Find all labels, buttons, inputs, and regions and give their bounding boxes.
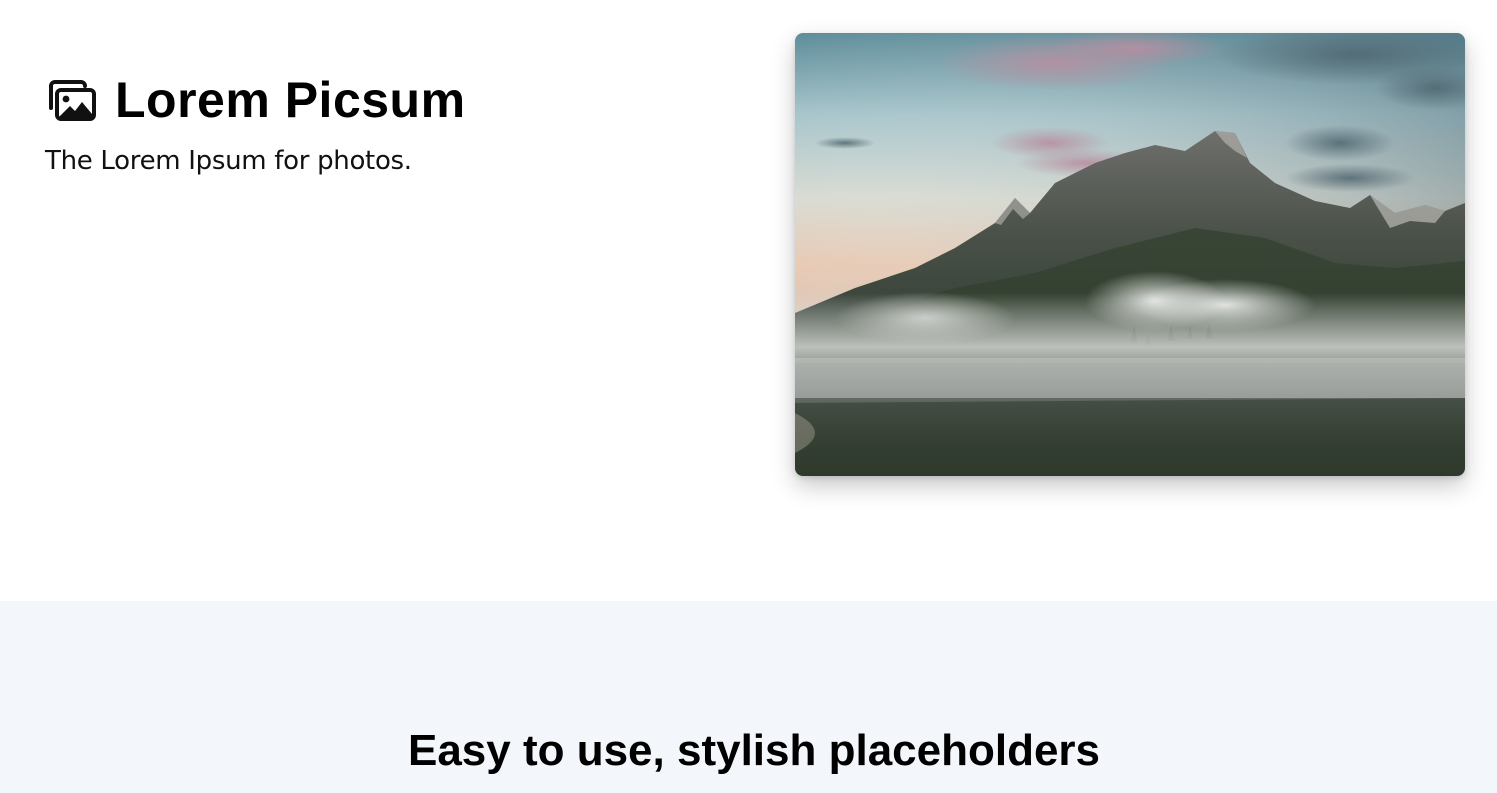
brand: Lorem Picsum [45,74,466,126]
page: Lorem Picsum The Lorem Ipsum for photos. [0,0,1497,793]
features-heading: Easy to use, stylish placeholders [407,726,1101,775]
images-icon [45,78,97,122]
features-section: Easy to use, stylish placeholders [0,601,1497,793]
hero-photo [795,33,1465,476]
hero-section: Lorem Picsum The Lorem Ipsum for photos. [0,0,1497,601]
site-title: Lorem Picsum [115,72,466,128]
tagline: The Lorem Ipsum for photos. [45,146,412,176]
